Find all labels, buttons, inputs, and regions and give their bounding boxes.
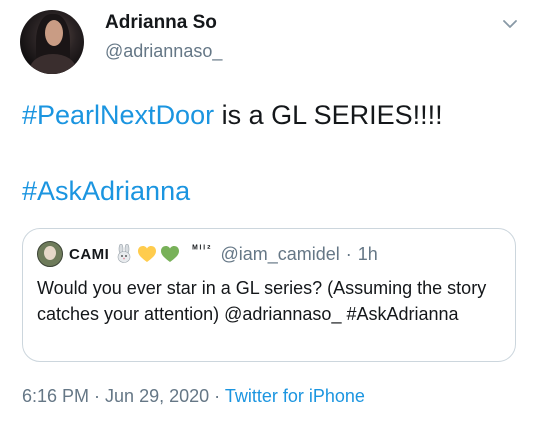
rabbit-emoji — [118, 244, 131, 263]
yellow-heart-emoji — [138, 246, 157, 262]
author-avatar[interactable] — [20, 10, 84, 74]
avatar-face — [45, 20, 63, 46]
quoted-separator: · — [345, 243, 352, 264]
quoted-display-name[interactable]: CAMI — [69, 246, 109, 263]
quoted-text: Would you ever star in a GL series? (Ass… — [37, 278, 487, 324]
green-heart-emoji — [161, 246, 180, 262]
tweet-source[interactable]: Twitter for iPhone — [225, 386, 365, 406]
meta-separator: · — [89, 386, 106, 406]
chevron-down-icon[interactable] — [500, 14, 520, 34]
tweet-time[interactable]: 6:16 PM — [22, 386, 89, 406]
quoted-handle[interactable]: @iam_camidel — [220, 244, 339, 265]
tweet-date[interactable]: Jun 29, 2020 — [105, 386, 209, 406]
quoted-time[interactable]: 1h — [358, 244, 378, 265]
tweet-meta: 6:16 PM · Jun 29, 2020 · Twitter for iPh… — [22, 386, 365, 407]
meta-separator: · — [209, 386, 225, 406]
quoted-tweet[interactable]: CAMI ᴹᴵᴵ² @iam_camidel · 1h Would you ev… — [22, 228, 516, 362]
tweet-text-body: is a GL SERIES!!!! — [214, 100, 443, 130]
quoted-avatar[interactable] — [37, 241, 63, 267]
quoted-header: CAMI ᴹᴵᴵ² @iam_camidel · 1h — [69, 241, 378, 267]
author-display-name[interactable]: Adrianna So — [105, 12, 217, 34]
author-handle[interactable]: @adriannaso_ — [105, 41, 222, 62]
tweet-text: #PearlNextDoor is a GL SERIES!!!! #AskAd… — [22, 98, 522, 206]
hashtag-askadrianna[interactable]: #AskAdrianna — [22, 174, 190, 208]
hashtag-pearlnextdoor[interactable]: #PearlNextDoor — [22, 100, 214, 130]
quoted-name-tag: ᴹᴵᴵ² — [192, 243, 213, 255]
